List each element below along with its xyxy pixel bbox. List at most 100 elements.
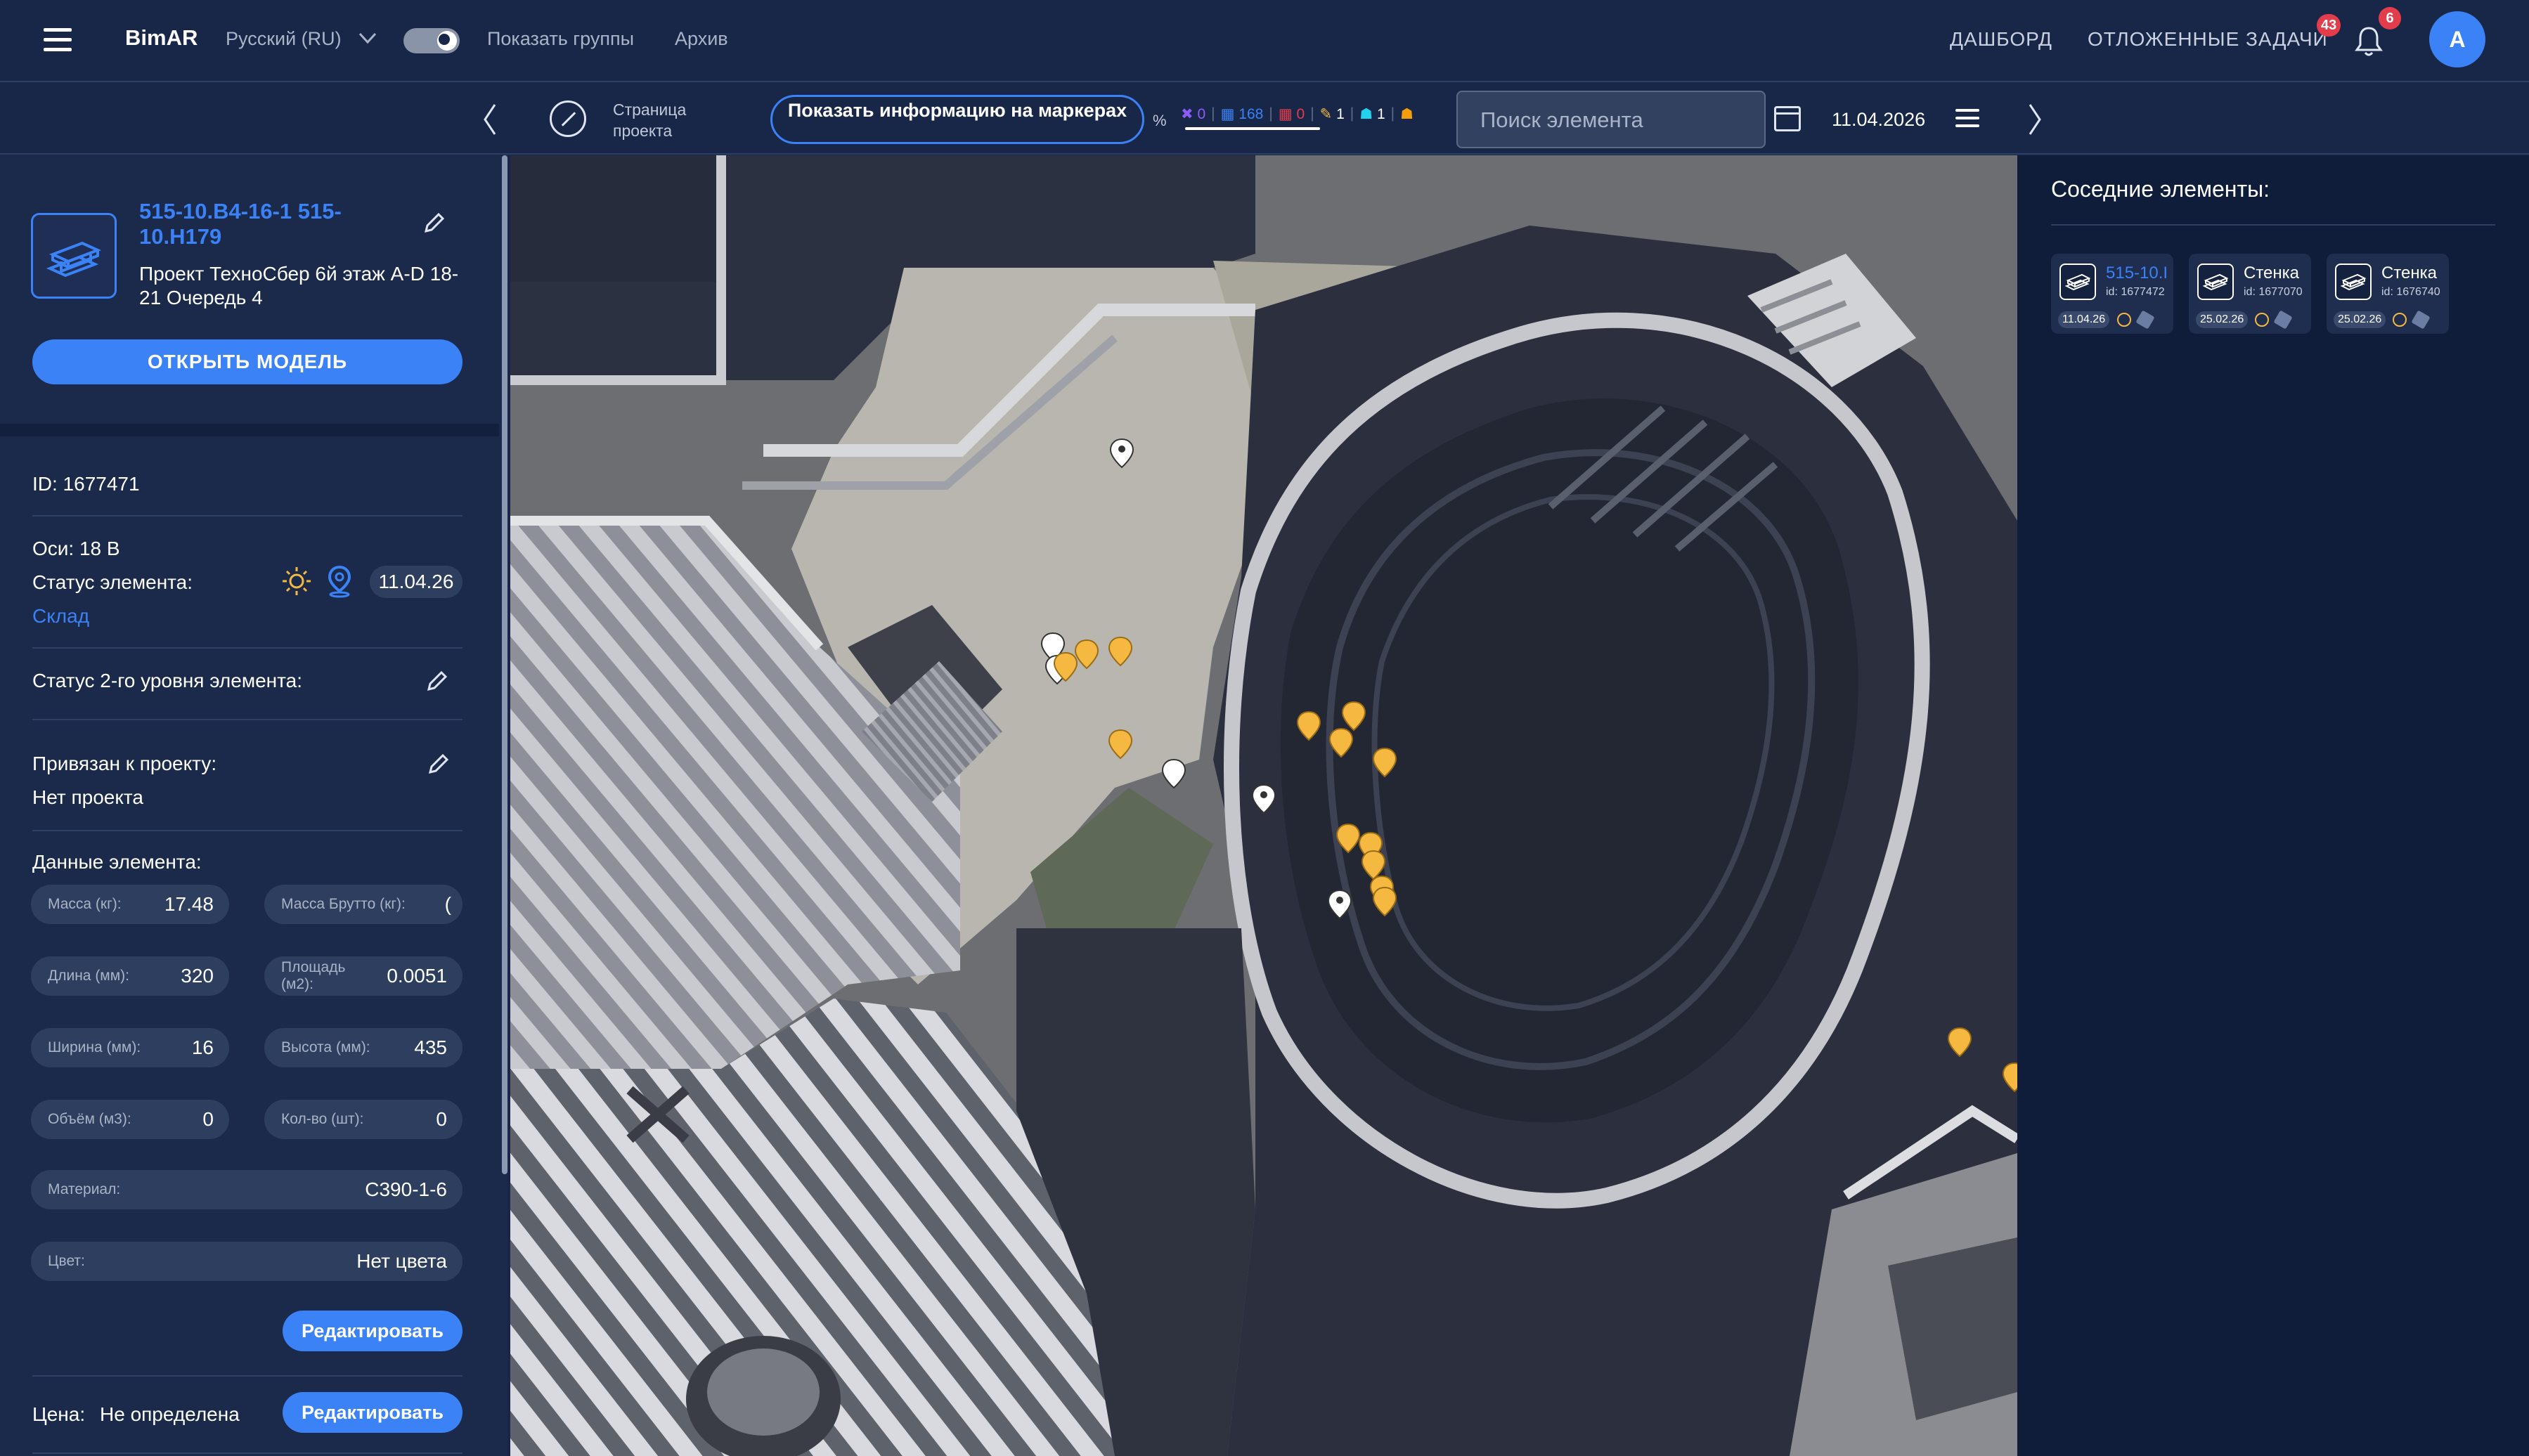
grid-icon: ▦ — [1278, 105, 1293, 122]
stat-value: 168 — [1238, 105, 1264, 122]
left-panel-scrollbar[interactable] — [502, 155, 507, 1174]
stat-cyan[interactable]: ☗ 1 — [1359, 105, 1385, 123]
chevron-down-icon[interactable] — [357, 30, 378, 46]
avatar[interactable]: A — [2429, 11, 2485, 67]
map-imagery — [510, 155, 2017, 1456]
field-label: Объём (м3): — [48, 1111, 131, 1127]
neighbor-card[interactable]: Стенка id: 1676740 25.02.26 — [2327, 254, 2449, 334]
theme-toggle[interactable] — [403, 28, 460, 53]
divider — [32, 647, 463, 649]
location-pin-icon[interactable] — [326, 564, 353, 598]
field-value: 16 — [191, 1036, 214, 1058]
area-field[interactable]: Площадь (м2): 0.0051 — [264, 956, 463, 996]
width-field[interactable]: Ширина (мм): 16 — [31, 1028, 229, 1067]
element-beam-icon — [31, 213, 117, 299]
beam-icon — [2059, 264, 2096, 300]
status-value-link[interactable]: Склад — [32, 605, 89, 628]
edit-element-button[interactable]: Редактировать — [283, 1311, 463, 1351]
stat-red[interactable]: ▦ 0 — [1279, 105, 1305, 123]
deferred-tasks-link[interactable]: ОТЛОЖЕННЫЕ ЗАДАЧИ — [2088, 28, 2328, 51]
neighbor-id: id: 1676740 — [2381, 286, 2440, 298]
field-value: С390-1-6 — [365, 1178, 447, 1200]
toolbar: Страница проекта Показать информацию на … — [0, 84, 2529, 155]
mass-field[interactable]: Масса (кг): 17.48 — [31, 885, 229, 924]
dashboard-link[interactable]: ДАШБОРД — [1950, 28, 2052, 51]
neighbor-card[interactable]: Стенка id: 1677070 25.02.26 — [2189, 254, 2311, 334]
tag-icon: ✎ — [1319, 105, 1333, 122]
stat-value: 0 — [1197, 105, 1206, 122]
beam-icon — [2335, 264, 2372, 300]
current-date[interactable]: 11.04.2026 — [1832, 109, 1925, 131]
stat-value: 1 — [1336, 105, 1345, 122]
sun-icon[interactable] — [281, 566, 312, 597]
status-stats[interactable]: ✖ 0 | ▦ 168 | ▦ 0 | ✎ 1 | ☗ 1 | ☗ — [1181, 100, 1414, 127]
search-input[interactable]: Поиск элемента — [1456, 91, 1766, 148]
element-title[interactable]: 515-10.B4-16-1 515-10.H179 — [139, 199, 420, 249]
stat-value: 0 — [1296, 105, 1305, 122]
neighbor-date: 25.02.26 — [2196, 311, 2249, 328]
project-page-link[interactable]: Страница проекта — [613, 99, 704, 141]
field-label: Кол-во (шт): — [281, 1111, 364, 1127]
element-id: ID: 1677471 — [32, 473, 140, 495]
stat-orange[interactable]: ☗ — [1400, 105, 1414, 123]
show-markers-info-button[interactable]: Показать информацию на маркерах — [770, 95, 1144, 144]
bell-icon[interactable] — [2355, 25, 2383, 58]
archive-link[interactable]: Архив — [675, 28, 728, 50]
list-icon[interactable] — [1955, 109, 1979, 129]
field-value: 0.0051 — [387, 965, 447, 987]
field-label: Цвет: — [48, 1253, 85, 1269]
status2-label: Статус 2-го уровня элемента: — [32, 670, 302, 691]
divider — [32, 719, 463, 720]
neighbor-name: 515-10.I — [2106, 264, 2168, 282]
length-field[interactable]: Длина (мм): 320 — [31, 956, 229, 996]
status-date-badge: 11.04.26 — [370, 566, 463, 598]
volume-field[interactable]: Объём (м3): 0 — [31, 1100, 229, 1139]
price-label: Цена: — [32, 1403, 86, 1425]
beam-icon — [2197, 264, 2234, 300]
element-axes: Оси: 18 B — [32, 538, 120, 559]
color-field[interactable]: Цвет: Нет цвета — [31, 1242, 463, 1281]
divider — [2051, 224, 2495, 226]
brand-logo[interactable]: BimAR — [125, 25, 198, 51]
divider — [32, 515, 463, 516]
language-select[interactable]: Русский (RU) — [226, 28, 342, 50]
edit-status2-pencil-icon[interactable] — [425, 670, 448, 694]
field-label: Ширина (мм): — [48, 1039, 141, 1055]
open-model-button[interactable]: ОТКРЫТЬ МОДЕЛЬ — [32, 339, 463, 384]
material-field[interactable]: Материал: С390-1-6 — [31, 1170, 463, 1209]
menu-icon[interactable] — [44, 28, 72, 52]
neighbor-id: id: 1677070 — [2244, 286, 2303, 298]
calendar-icon[interactable] — [1774, 106, 1801, 131]
stat-value: 1 — [1376, 105, 1385, 122]
divider — [32, 830, 463, 831]
field-label: Масса (кг): — [48, 896, 122, 912]
chevron-left-icon[interactable] — [479, 102, 500, 137]
stat-blue[interactable]: ▦ 168 — [1221, 105, 1264, 123]
mass-gross-field[interactable]: Масса Брутто (кг): ( — [264, 885, 463, 924]
height-field[interactable]: Высота (мм): 435 — [264, 1028, 463, 1067]
edit-linked-project-pencil-icon[interactable] — [426, 753, 450, 776]
field-value: 0 — [436, 1108, 447, 1130]
divider — [32, 1375, 463, 1377]
edit-price-button[interactable]: Редактировать — [283, 1392, 463, 1433]
cube-icon — [2273, 310, 2293, 330]
compass-icon[interactable] — [550, 100, 586, 137]
quantity-field[interactable]: Кол-во (шт): 0 — [264, 1100, 463, 1139]
show-groups-link[interactable]: Показать группы — [487, 28, 634, 50]
stats-progress-underline — [1185, 127, 1320, 130]
sun-icon — [2393, 313, 2407, 327]
field-value: 17.48 — [164, 893, 214, 915]
satellite-map[interactable] — [510, 155, 2017, 1456]
chevron-right-icon[interactable] — [2024, 102, 2045, 137]
neighbor-date: 11.04.26 — [2058, 311, 2110, 328]
neighbor-card[interactable]: 515-10.I id: 1677472 11.04.26 — [2051, 254, 2173, 334]
field-value: 320 — [181, 965, 214, 987]
notifications-badge: 6 — [2379, 7, 2401, 30]
stat-cancelled[interactable]: ✖ 0 — [1181, 105, 1205, 123]
neighbor-date: 25.02.26 — [2334, 311, 2386, 328]
top-header: BimAR Русский (RU) Показать группы Архив… — [0, 0, 2529, 82]
neighbor-name: Стенка — [2381, 264, 2438, 282]
edit-title-pencil-icon[interactable] — [422, 212, 446, 235]
stat-yellow[interactable]: ✎ 1 — [1320, 105, 1345, 123]
cross-icon: ✖ — [1181, 105, 1194, 122]
